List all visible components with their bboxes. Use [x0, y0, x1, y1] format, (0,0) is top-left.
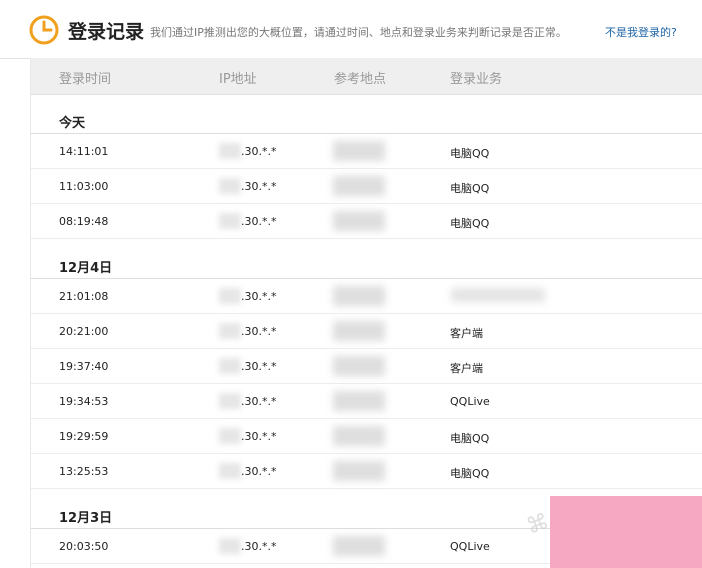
cell-service: QQLive [450, 540, 490, 553]
cell-service: 电脑QQ [450, 432, 490, 445]
cell-time: 11:03:00 [59, 180, 109, 193]
cell-ip: .30.*.* [241, 180, 277, 193]
cell-service: 客户端 [450, 327, 483, 340]
location-redacted [333, 321, 385, 341]
location-redacted [333, 211, 385, 231]
table-row: 20:21:00 .30.*.* 客户端 [31, 314, 702, 349]
location-redacted [333, 176, 385, 196]
table-row: 19:29:59 .30.*.* 电脑QQ [31, 419, 702, 454]
ip-redacted [219, 393, 241, 409]
ip-redacted [219, 178, 241, 194]
ip-redacted [219, 323, 241, 339]
table-row: 19:34:53 .30.*.* QQLive [31, 384, 702, 419]
cell-time: 19:34:53 [59, 395, 109, 408]
ip-redacted [219, 213, 241, 229]
cell-time: 19:37:40 [59, 360, 109, 373]
cell-ip: .30.*.* [241, 325, 277, 338]
cell-time: 21:01:08 [59, 290, 109, 303]
table-row: 19:37:40 .30.*.* 客户端 [31, 349, 702, 384]
cell-time: 20:21:00 [59, 325, 109, 338]
cell-ip: .30.*.* [241, 145, 277, 158]
location-redacted [333, 286, 385, 306]
cell-ip: .30.*.* [241, 540, 277, 553]
location-redacted [333, 356, 385, 376]
not-me-link[interactable]: 不是我登录的? [605, 24, 677, 40]
cell-ip: .30.*.* [241, 290, 277, 303]
cell-time: 13:25:53 [59, 465, 109, 478]
location-redacted [333, 141, 385, 161]
column-header-time: 登录时间 [59, 72, 112, 87]
cell-service: 电脑QQ [450, 182, 490, 195]
location-redacted [333, 461, 385, 481]
cell-ip: .30.*.* [241, 465, 277, 478]
cell-service: 电脑QQ [450, 217, 490, 230]
date-group-header: 12月4日 [59, 261, 113, 276]
ip-redacted [219, 538, 241, 554]
cell-service: 电脑QQ [450, 147, 490, 160]
location-redacted [333, 391, 385, 411]
date-group-header: 今天 [59, 116, 86, 131]
column-header-ip: IP地址 [219, 72, 257, 87]
cell-time: 20:03:50 [59, 540, 109, 553]
page-title: 登录记录 [68, 21, 145, 43]
page-header: 登录记录 我们通过IP推测出您的大概位置，请通过时间、地点和登录业务来判断记录是… [0, 0, 702, 59]
table-row: 13:25:53 .30.*.* 电脑QQ [31, 454, 702, 489]
cell-time: 19:29:59 [59, 430, 109, 443]
ip-redacted [219, 288, 241, 304]
cell-ip: .30.*.* [241, 215, 277, 228]
table-header: 登录时间 IP地址 参考地点 登录业务 [31, 58, 702, 95]
cell-ip: .30.*.* [241, 395, 277, 408]
table-row: 21:01:08 .30.*.* [31, 278, 702, 314]
login-records-table: 登录时间 IP地址 参考地点 登录业务 今天 14:11:01 .30.*.* … [30, 58, 702, 568]
ip-redacted [219, 428, 241, 444]
location-redacted [333, 536, 385, 556]
table-row: 11:03:00 .30.*.* 电脑QQ [31, 169, 702, 204]
cell-service: QQLive [450, 395, 490, 408]
cell-service: 电脑QQ [450, 467, 490, 480]
table-row: 14:11:01 .30.*.* 电脑QQ [31, 133, 702, 169]
cell-service: 客户端 [450, 362, 483, 375]
page-description: 我们通过IP推测出您的大概位置，请通过时间、地点和登录业务来判断记录是否正常。 [150, 26, 567, 39]
ip-redacted [219, 358, 241, 374]
column-header-location: 参考地点 [334, 72, 387, 87]
column-header-service: 登录业务 [450, 72, 503, 87]
clock-icon [29, 15, 59, 45]
date-group-header: 12月3日 [59, 511, 113, 526]
ip-redacted [219, 463, 241, 479]
location-redacted [333, 426, 385, 446]
ip-redacted [219, 143, 241, 159]
cell-ip: .30.*.* [241, 430, 277, 443]
cell-time: 14:11:01 [59, 145, 109, 158]
table-row: 08:19:48 .30.*.* 电脑QQ [31, 204, 702, 239]
pink-overlay-block [550, 496, 702, 568]
cell-time: 08:19:48 [59, 215, 109, 228]
service-redacted [451, 288, 545, 302]
cell-ip: .30.*.* [241, 360, 277, 373]
